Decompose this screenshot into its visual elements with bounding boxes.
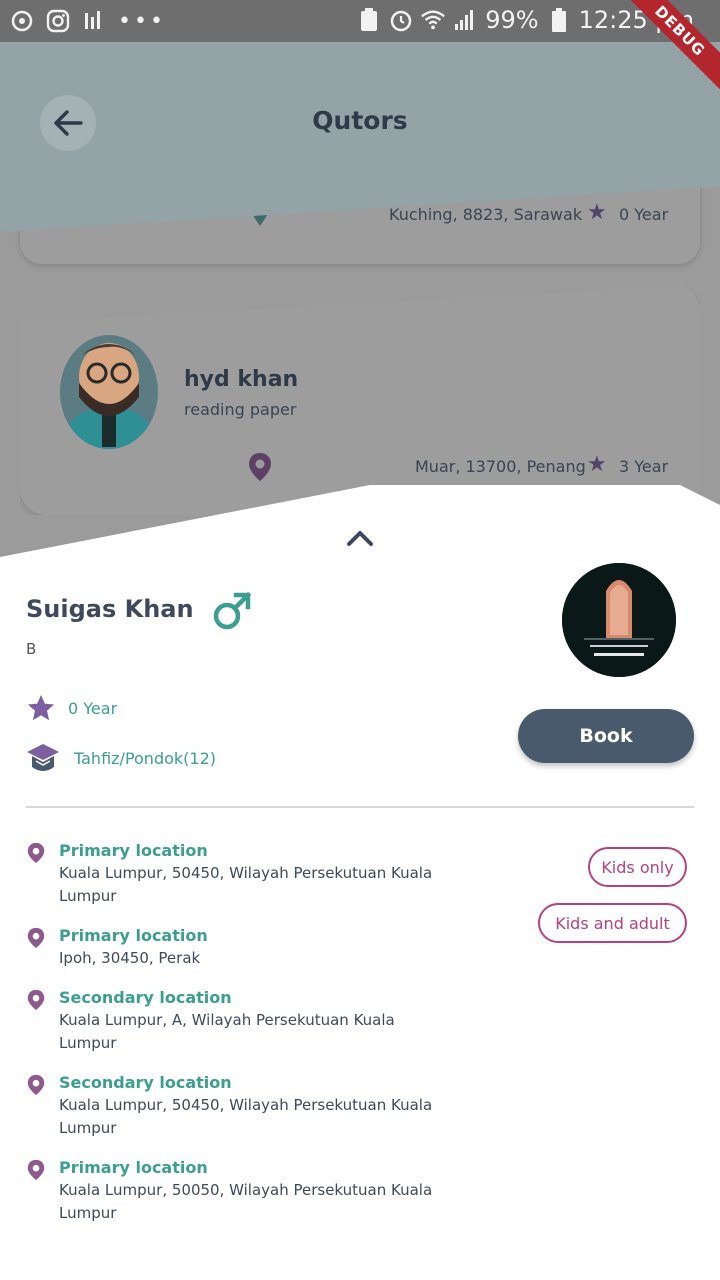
instagram-icon [46,9,70,33]
tag-kids-and-adult: Kids and adult [538,903,687,943]
location-title: Primary location [59,926,208,945]
wifi-icon [421,8,446,32]
cell-signal-icon [453,8,477,32]
list-item: Primary location Kuala Lumpur, 50050, Wi… [26,1157,446,1225]
location-address: Kuala Lumpur, A, Wilayah Persekutuan Kua… [59,1011,395,1052]
male-gender-icon [213,591,252,630]
tutor-detail-sheet: Suigas Khan B 0 Year Tahfiz/Pondok(12) B… [0,485,720,1280]
location-pin-icon [27,989,45,1011]
location-title: Secondary location [59,1073,232,1092]
tutor-card-experience: 0 Year [619,205,669,224]
location-title: Primary location [59,841,208,860]
tutor-name: hyd khan [184,367,299,392]
location-address: Kuala Lumpur, 50050, Wilayah Persekutuan… [59,1181,433,1222]
status-bar: ••• 99% 12:25 pm DEBUG [0,0,720,97]
star-icon: ★ [587,452,607,477]
more-notifications-icon: ••• [118,8,166,34]
list-item: Primary location Kuala Lumpur, 50450, Wi… [26,840,446,908]
chevron-up-icon[interactable] [346,529,374,547]
signal-data-icon [82,9,106,33]
star-icon [27,694,55,721]
battery-icon [547,8,571,32]
location-address: Kuala Lumpur, 50450, Wilayah Persekutuan… [59,864,433,905]
recycle-icon [357,8,381,32]
star-icon: ★ [587,200,607,225]
experience-text: 0 Year [68,698,118,718]
list-item: Primary location Ipoh, 30450, Perak [26,925,446,970]
tutor-card-location: Kuching, 8823, Sarawak [389,205,583,224]
location-address: Ipoh, 30450, Perak [59,949,201,967]
book-button[interactable]: Book [518,709,694,763]
tutor-subtitle: B [26,640,37,658]
location-pin-icon [249,453,271,481]
tutor-subtitle: reading paper [184,400,297,419]
tutor-name: Suigas Khan [26,595,194,623]
location-pin-icon [27,1074,45,1096]
location-pin-icon [27,927,45,949]
location-pin-icon [27,1159,45,1181]
experience-row: 0 Year [26,693,117,723]
list-item: Secondary location Kuala Lumpur, A, Wila… [26,987,446,1055]
location-pin-icon [27,842,45,864]
education-row: Tahfiz/Pondok(12) [26,741,216,775]
tag-kids-only: Kids only [588,847,687,887]
location-title: Primary location [59,1158,208,1177]
sync-icon [10,9,34,33]
tutor-card-experience: 3 Year [619,457,669,476]
page-title: Qutors [312,106,408,135]
tutor-card-location: Muar, 13700, Penang [415,457,586,476]
education-text: Tahfiz/Pondok(12) [74,748,216,768]
tutor-avatar [60,335,158,449]
tutor-profile-photo[interactable] [562,563,676,677]
divider [26,806,694,808]
location-address: Kuala Lumpur, 50450, Wilayah Persekutuan… [59,1096,433,1137]
battery-percent: 99% [485,6,539,34]
alarm-icon [389,8,413,32]
location-list: Primary location Kuala Lumpur, 50450, Wi… [26,840,446,1242]
list-item: Secondary location Kuala Lumpur, 50450, … [26,1072,446,1140]
location-title: Secondary location [59,988,232,1007]
graduation-cap-icon [27,744,59,771]
